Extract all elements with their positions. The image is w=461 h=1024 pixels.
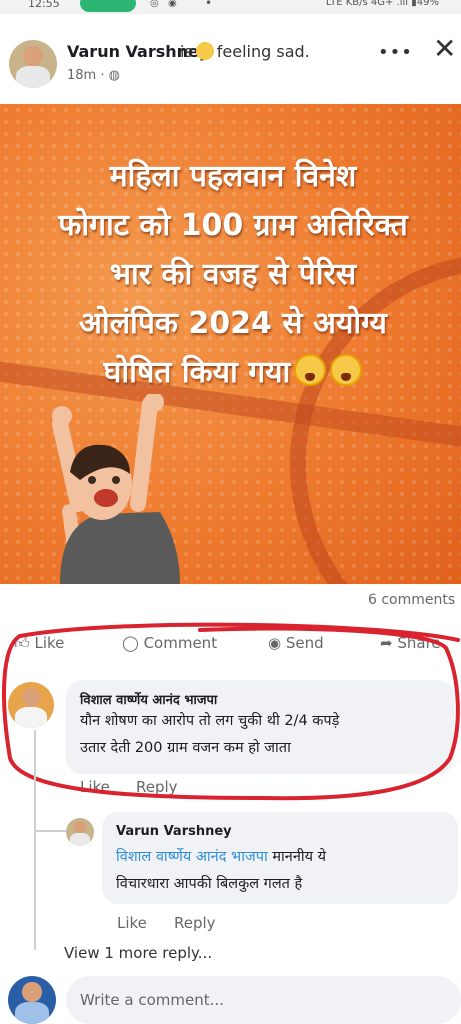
headline-line: महिला पहलवान विनेश: [109, 159, 357, 194]
comment-author[interactable]: विशाल वार्ष्णेय आनंद भाजपा: [80, 690, 217, 708]
status-bar: 12:55 ◎ ◉ • LTE KB/s 4G+ .ıll ▮49%: [0, 0, 461, 14]
reply-text: विशाल वार्ष्णेय आनंद भाजपा माननीय ये विच…: [116, 849, 327, 892]
post-action-bar: 👍︎ Like ◯ Comment ◉ Send ➦ Share: [0, 628, 461, 658]
reply-reply-button[interactable]: Reply: [174, 914, 216, 932]
notification-dot-icon: •: [205, 0, 213, 10]
close-icon[interactable]: ✕: [433, 35, 456, 63]
battery-level: 49%: [416, 0, 439, 8]
thread-branch: [34, 830, 68, 832]
comment-button[interactable]: ◯ Comment: [122, 634, 217, 652]
view-more-replies-link[interactable]: View 1 more reply...: [64, 944, 212, 962]
reply-author-avatar[interactable]: [66, 818, 94, 846]
share-arrow-icon: ➦: [380, 634, 393, 652]
current-user-avatar[interactable]: [8, 976, 56, 1024]
comment: विशाल वार्ष्णेय आनंद भाजपा यौन शोषण का आ…: [0, 676, 461, 796]
instagram-icon: ◎: [150, 0, 159, 9]
comment-reply-button[interactable]: Reply: [136, 778, 178, 796]
send-button[interactable]: ◉ Send: [268, 634, 324, 652]
post-timestamp[interactable]: 18m · ◍: [67, 68, 120, 83]
messenger-icon: ◉: [168, 0, 177, 9]
cartoon-avatar-illustration: [52, 394, 180, 584]
reply-bubble[interactable]: Varun Varshney विशाल वार्ष्णेय आनंद भाजप…: [102, 812, 458, 904]
share-button[interactable]: ➦ Share: [380, 634, 441, 652]
commenter-avatar[interactable]: [8, 682, 54, 728]
headline-line-with-emoji: घोषित किया गया: [28, 348, 438, 397]
headline-line: ओलंपिक 2024 से अयोग्य: [79, 306, 387, 341]
thread-line: [34, 730, 36, 950]
post-header: Varun Varshney is feeling sad. 18m · ◍ ••…: [0, 14, 461, 104]
comment-input[interactable]: [66, 976, 461, 1024]
author-avatar[interactable]: [9, 40, 57, 88]
post-image[interactable]: महिला पहलवान विनेश फोगाट को 100 ग्राम अत…: [0, 104, 461, 584]
comments-count[interactable]: 6 comments: [368, 592, 455, 608]
crying-face-icon: [330, 354, 363, 386]
comment-composer: [0, 970, 461, 1024]
globe-icon: ◍: [108, 68, 120, 83]
more-options-icon[interactable]: •••: [378, 42, 413, 63]
reply-like-button[interactable]: Like: [117, 914, 147, 932]
network-indicator: LTE KB/s 4G+ .ıll: [325, 0, 409, 8]
feeling-prefix: is: [180, 42, 193, 61]
headline-line: भार की वजह से पेरिस: [109, 257, 357, 292]
comment-bubble-icon: ◯: [122, 634, 139, 652]
comment-like-button[interactable]: Like: [80, 778, 110, 796]
comment-text: यौन शोषण का आरोप तो लग चुकी थी 2/4 कपड़े…: [80, 713, 340, 756]
sad-face-icon: [195, 42, 214, 60]
like-button[interactable]: 👍︎ Like: [14, 634, 64, 653]
status-right: LTE KB/s 4G+ .ıll ▮49%: [326, 0, 439, 8]
status-time: 12:55: [28, 0, 60, 10]
post-headline: महिला पहलवान विनेश फोगाट को 100 ग्राम अत…: [28, 152, 438, 397]
reply-author[interactable]: Varun Varshney: [116, 824, 232, 839]
mention-link[interactable]: विशाल वार्ष्णेय आनंद भाजपा: [116, 849, 268, 865]
messenger-icon: ◉: [268, 634, 282, 652]
ongoing-call-pill[interactable]: [80, 0, 136, 12]
headline-line: फोगाट को 100 ग्राम अतिरिक्त: [58, 208, 408, 243]
crying-face-icon: [294, 354, 327, 386]
feeling-text: feeling sad.: [216, 42, 310, 61]
post-feeling: is feeling sad.: [180, 42, 310, 61]
thumbs-up-icon: 👍︎: [14, 634, 30, 652]
comment-bubble[interactable]: विशाल वार्ष्णेय आनंद भाजपा यौन शोषण का आ…: [66, 680, 454, 774]
